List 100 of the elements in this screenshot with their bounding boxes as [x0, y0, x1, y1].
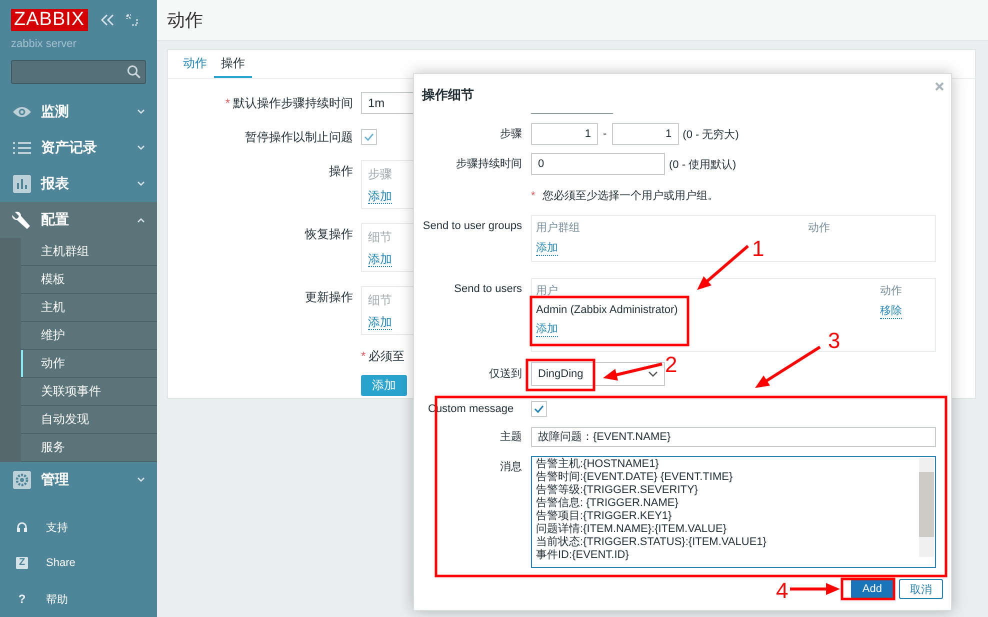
- remove-link[interactable]: 移除: [880, 304, 902, 319]
- chevron-down-icon: [137, 145, 145, 151]
- close-icon[interactable]: [935, 82, 944, 91]
- footer-link[interactable]: Share: [46, 557, 76, 569]
- field-label: Send to user groups: [422, 219, 522, 234]
- required-mark: *: [531, 190, 536, 202]
- column-header: 细节: [368, 292, 392, 309]
- add-link[interactable]: 添加: [368, 252, 392, 267]
- column-header: 用户: [536, 284, 558, 298]
- headset-icon: [16, 521, 28, 533]
- menu-label: 监测: [41, 103, 70, 121]
- annotation-arrow: [603, 362, 662, 381]
- range-separator: -: [602, 128, 608, 140]
- hint-text: (0 - 使用默认): [669, 158, 736, 172]
- list-icon: [12, 141, 32, 155]
- menu-item[interactable]: 监测: [0, 94, 157, 130]
- chevron-down-icon: [137, 181, 145, 187]
- step-duration-input[interactable]: 0: [531, 153, 665, 175]
- submenu-item[interactable]: 维护: [21, 322, 157, 350]
- footer-link[interactable]: 支持: [46, 520, 68, 534]
- tab[interactable]: 动作: [176, 50, 214, 78]
- wrench-icon: [12, 211, 32, 229]
- menu-label: 管理: [41, 471, 70, 489]
- menu-item[interactable]: 配置: [0, 202, 157, 238]
- annotation-arrow: [755, 346, 821, 388]
- field-label: 消息: [499, 460, 522, 475]
- menu-label: 资产记录: [41, 139, 98, 157]
- add-link[interactable]: 添加: [536, 322, 558, 337]
- annotation-number: 3: [828, 328, 840, 353]
- bar-chart-icon: [12, 175, 32, 193]
- footer-icon: Z: [16, 557, 28, 569]
- submenu-item[interactable]: 关联项事件: [21, 378, 157, 406]
- annotation-number: 2: [665, 352, 678, 377]
- tab[interactable]: 操作: [214, 50, 252, 78]
- column-header: 动作: [880, 284, 902, 298]
- zabbix-logo[interactable]: ZABBIX: [11, 9, 88, 31]
- menu-label: 配置: [41, 211, 70, 229]
- column-header: 用户群组: [536, 220, 580, 235]
- checkmark-icon: [364, 133, 374, 141]
- add-link[interactable]: 添加: [368, 189, 392, 204]
- collapse-icon[interactable]: [100, 14, 114, 26]
- field-label: 恢复操作: [305, 227, 353, 241]
- note-text: 必须至: [368, 349, 405, 363]
- user-name: Admin (Zabbix Administrator): [536, 304, 678, 316]
- field-label: 暂停操作以制止问题: [245, 130, 353, 144]
- required-mark: *: [361, 349, 366, 363]
- fullscreen-icon[interactable]: [126, 14, 138, 26]
- required-mark: *: [225, 96, 230, 110]
- field-label: 步骤: [499, 127, 522, 142]
- subject-input[interactable]: 故障问题：{EVENT.NAME}: [531, 427, 936, 447]
- field-label: 仅送到: [488, 367, 522, 382]
- chevron-down-icon: [137, 109, 145, 115]
- annotation-arrow: [697, 244, 749, 290]
- submenu-item[interactable]: 动作: [21, 350, 157, 378]
- annotation-arrow: [790, 583, 840, 595]
- menu-label: 报表: [41, 175, 70, 193]
- submenu-item[interactable]: 主机群组: [21, 238, 157, 266]
- menu-item[interactable]: 管理: [0, 462, 157, 498]
- submenu-item[interactable]: 主机: [21, 294, 157, 322]
- submenu-item[interactable]: 自动发现: [21, 406, 157, 434]
- annotation-number: 4: [776, 578, 788, 603]
- chevron-down-icon: [137, 477, 145, 483]
- add-link[interactable]: 添加: [368, 315, 392, 330]
- duration-input[interactable]: 1m: [361, 92, 414, 114]
- column-header: 细节: [368, 229, 392, 246]
- step-to-input[interactable]: 1: [612, 123, 679, 145]
- field-label: 更新操作: [305, 290, 353, 304]
- submenu-item[interactable]: 模板: [21, 266, 157, 294]
- field-label: Send to users: [453, 282, 522, 297]
- checkbox[interactable]: [531, 401, 547, 417]
- field-label: 主题: [499, 430, 522, 445]
- highlight-frame: [526, 358, 596, 392]
- column-header: 动作: [808, 221, 830, 235]
- field-label: 步骤持续时间: [455, 157, 522, 172]
- hint-text: (0 - 无穷大): [682, 128, 739, 142]
- cancel-button[interactable]: 取消: [899, 579, 943, 599]
- message-field[interactable]: 告警主机:{HOSTNAME1} 告警时间:{EVENT.DATE} {EVENT.TIME} 告警等级:{TRIGGER.SEVERITY} 告警信息: {TRIGGER.NAME} 告警项目:{TRIGGER.KEY1} 问题详情:{ITEM.NAME}:{ITEM.VALUE} 当前状态:{TRIGGER.STATUS}:{ITEM.VALUE1} 事件ID:{EVENT.ID}: [531, 456, 936, 568]
- dialog-title: 操作细节: [422, 86, 474, 104]
- footer-icon: ?: [16, 592, 28, 606]
- add-link[interactable]: 添加: [536, 241, 558, 256]
- note-text: 您必须至少选择一个用户或用户组。: [542, 188, 718, 203]
- page-title: 动作: [167, 9, 203, 32]
- menu-item[interactable]: 资产记录: [0, 130, 157, 166]
- search-icon[interactable]: [127, 65, 141, 79]
- gear-icon: [12, 471, 32, 489]
- search-field[interactable]: [11, 60, 146, 84]
- submenu-item[interactable]: 服务: [21, 434, 157, 462]
- scrollbar[interactable]: [919, 458, 934, 557]
- server-name: zabbix server: [10, 37, 78, 52]
- menu-item[interactable]: 报表: [0, 166, 157, 202]
- add-button[interactable]: 添加: [361, 375, 407, 396]
- field-label: 操作: [329, 164, 353, 178]
- footer-link[interactable]: 帮助: [46, 592, 68, 606]
- field-label: 默认操作步骤持续时间: [233, 96, 353, 110]
- chevron-up-icon: [137, 217, 145, 223]
- step-from-input[interactable]: 1: [531, 123, 598, 145]
- checkmark-icon: [534, 405, 544, 413]
- checkbox[interactable]: [361, 129, 377, 145]
- media-type-select[interactable]: DingDing: [531, 362, 665, 386]
- eye-icon: [12, 105, 32, 119]
